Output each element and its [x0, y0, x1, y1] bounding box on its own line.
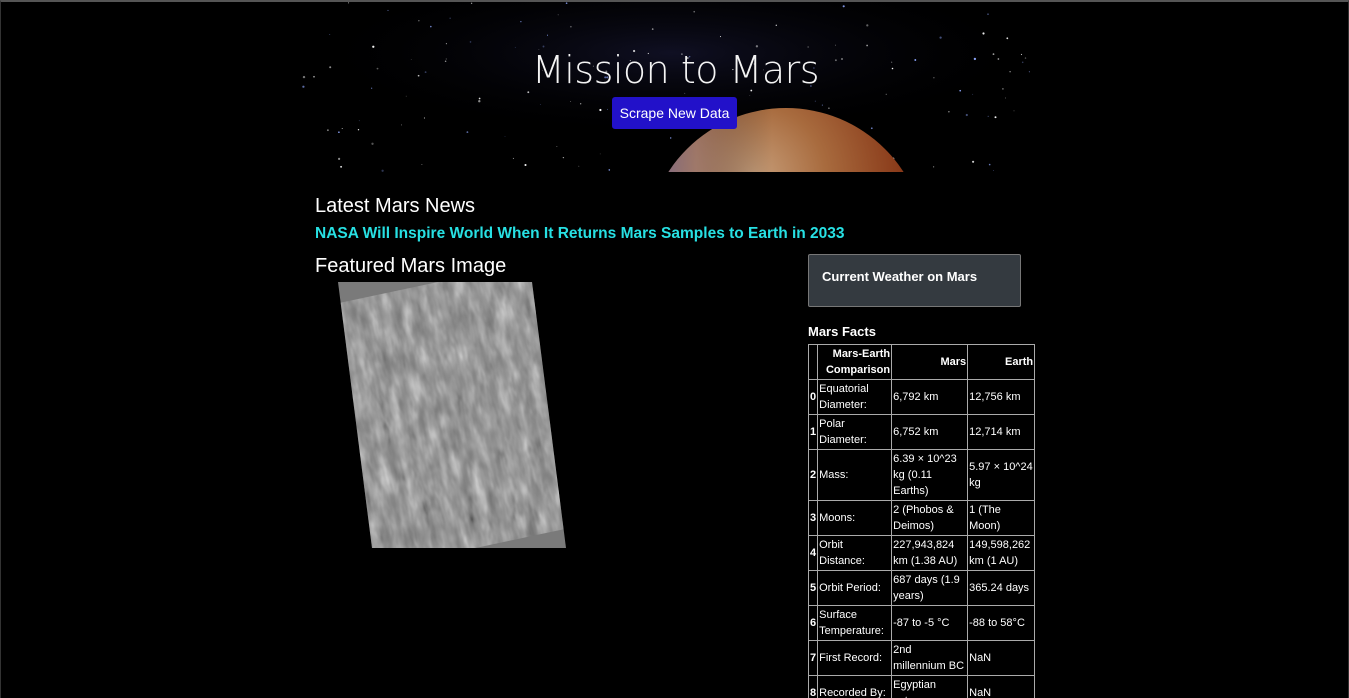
table-row: 8Recorded By:Egyptian astronomersNaN: [807, 675, 1036, 698]
table-cell-label: Moons:: [817, 500, 893, 536]
table-cell-idx: 3: [807, 500, 819, 536]
table-row: 3 Moons: 2 (Phobos & Deimos) 1 (The Moon): [807, 500, 1036, 536]
table-cell-idx: 1: [807, 414, 819, 450]
table-cell-idx: 6: [807, 605, 819, 641]
table-row: 0 Equatorial Diameter: 6,792 km 12,756 km: [807, 379, 1036, 415]
table-cell-idx: 7: [807, 640, 819, 676]
table-cell-earth: 149,598,262 km (1 AU): [967, 535, 1036, 571]
column-header: Mars-Earth Comparison: [817, 344, 893, 380]
weather-panel: Current Weather on Mars: [808, 254, 1021, 307]
table-cell-mars: 6,792 km: [891, 379, 969, 415]
mars-facts-heading: Mars Facts: [808, 324, 876, 339]
table-header-row: Mars-Earth Comparison Mars Earth: [807, 344, 1036, 380]
latest-news-heading: Latest Mars News: [315, 195, 476, 217]
column-header: Earth: [967, 344, 1036, 380]
table-cell-idx: 4: [807, 535, 819, 571]
table-cell-mars: 687 days (1.9 years): [891, 570, 969, 606]
table-cell-idx: 8: [807, 675, 819, 698]
table-cell-earth: NaN: [967, 640, 1036, 676]
table-cell-label: Recorded By:: [817, 675, 893, 698]
table-row: 5 Orbit Period: 687 days (1.9 years) 365.24…: [807, 570, 1036, 606]
table-cell-label: Polar Diameter:: [817, 414, 893, 450]
table-cell-mars: 6.39 × 10^23 kg (0.11 Earths): [891, 449, 969, 501]
page: Mission to Mars Scrape New Data Latest M…: [0, 0, 1349, 698]
news-title-link[interactable]: NASA Will Inspire World When It Returns …: [315, 225, 845, 243]
mars-facts-table: Mars-Earth Comparison Mars Earth 0 Equato…: [807, 344, 1036, 698]
table-row: 2 Mass: 6.39 × 10^23 kg (0.11 Earths) 5.97 …: [807, 449, 1036, 501]
table-cell-mars: 227,943,824 km (1.38 AU): [891, 535, 969, 571]
table-row: 4 Orbit Distance: 227,943,824 km (1.38 AU)…: [807, 535, 1036, 571]
table-cell-label: Mass:: [817, 449, 893, 501]
table-cell-idx: 2: [807, 449, 819, 501]
table-cell-earth: 12,756 km: [967, 379, 1036, 415]
scrape-new-data-button[interactable]: Scrape New Data: [612, 97, 737, 129]
featured-image-heading: Featured Mars Image: [315, 255, 507, 277]
column-header: Mars: [891, 344, 969, 380]
table-cell-label: Surface Temperature:: [817, 605, 893, 641]
table-cell-earth: 5.97 × 10^24 kg: [967, 449, 1036, 501]
table-row: 6 Surface Temperature: -87 to -5 °C -88 to …: [807, 605, 1036, 641]
table-cell-label: Orbit Distance:: [817, 535, 893, 571]
table-cell-mars: -87 to -5 °C: [891, 605, 969, 641]
table-cell-label: First Record:: [817, 640, 893, 676]
table-cell-earth: NaN: [967, 675, 1036, 698]
table-cell-earth: 365.24 days: [967, 570, 1036, 606]
table-cell-mars: 6,752 km: [891, 414, 969, 450]
page-title: Mission to Mars: [531, 48, 820, 92]
table-row: 7 First Record: 2nd millennium BC NaN: [807, 640, 1036, 676]
table-cell-earth: 12,714 km: [967, 414, 1036, 450]
table-cell-earth: 1 (The Moon): [967, 500, 1036, 536]
table-cell-mars: 2nd millennium BC: [891, 640, 969, 676]
table-cell-idx: 5: [807, 570, 819, 606]
table-cell-label: Orbit Period:: [817, 570, 893, 606]
table-cell-label: Equatorial Diameter:: [817, 379, 893, 415]
table-cell-idx: 0: [807, 379, 819, 415]
table-cell-earth: -88 to 58°C: [967, 605, 1036, 641]
hero-banner: Mission to Mars Scrape New Data: [1, 2, 1349, 172]
table-row: 1 Polar Diameter: 6,752 km 12,714 km: [807, 414, 1036, 450]
featured-mars-image: [336, 282, 568, 555]
table-cell-mars: 2 (Phobos & Deimos): [891, 500, 969, 536]
table-cell-mars: Egyptian astronomers: [891, 675, 969, 698]
column-header: [807, 344, 819, 380]
